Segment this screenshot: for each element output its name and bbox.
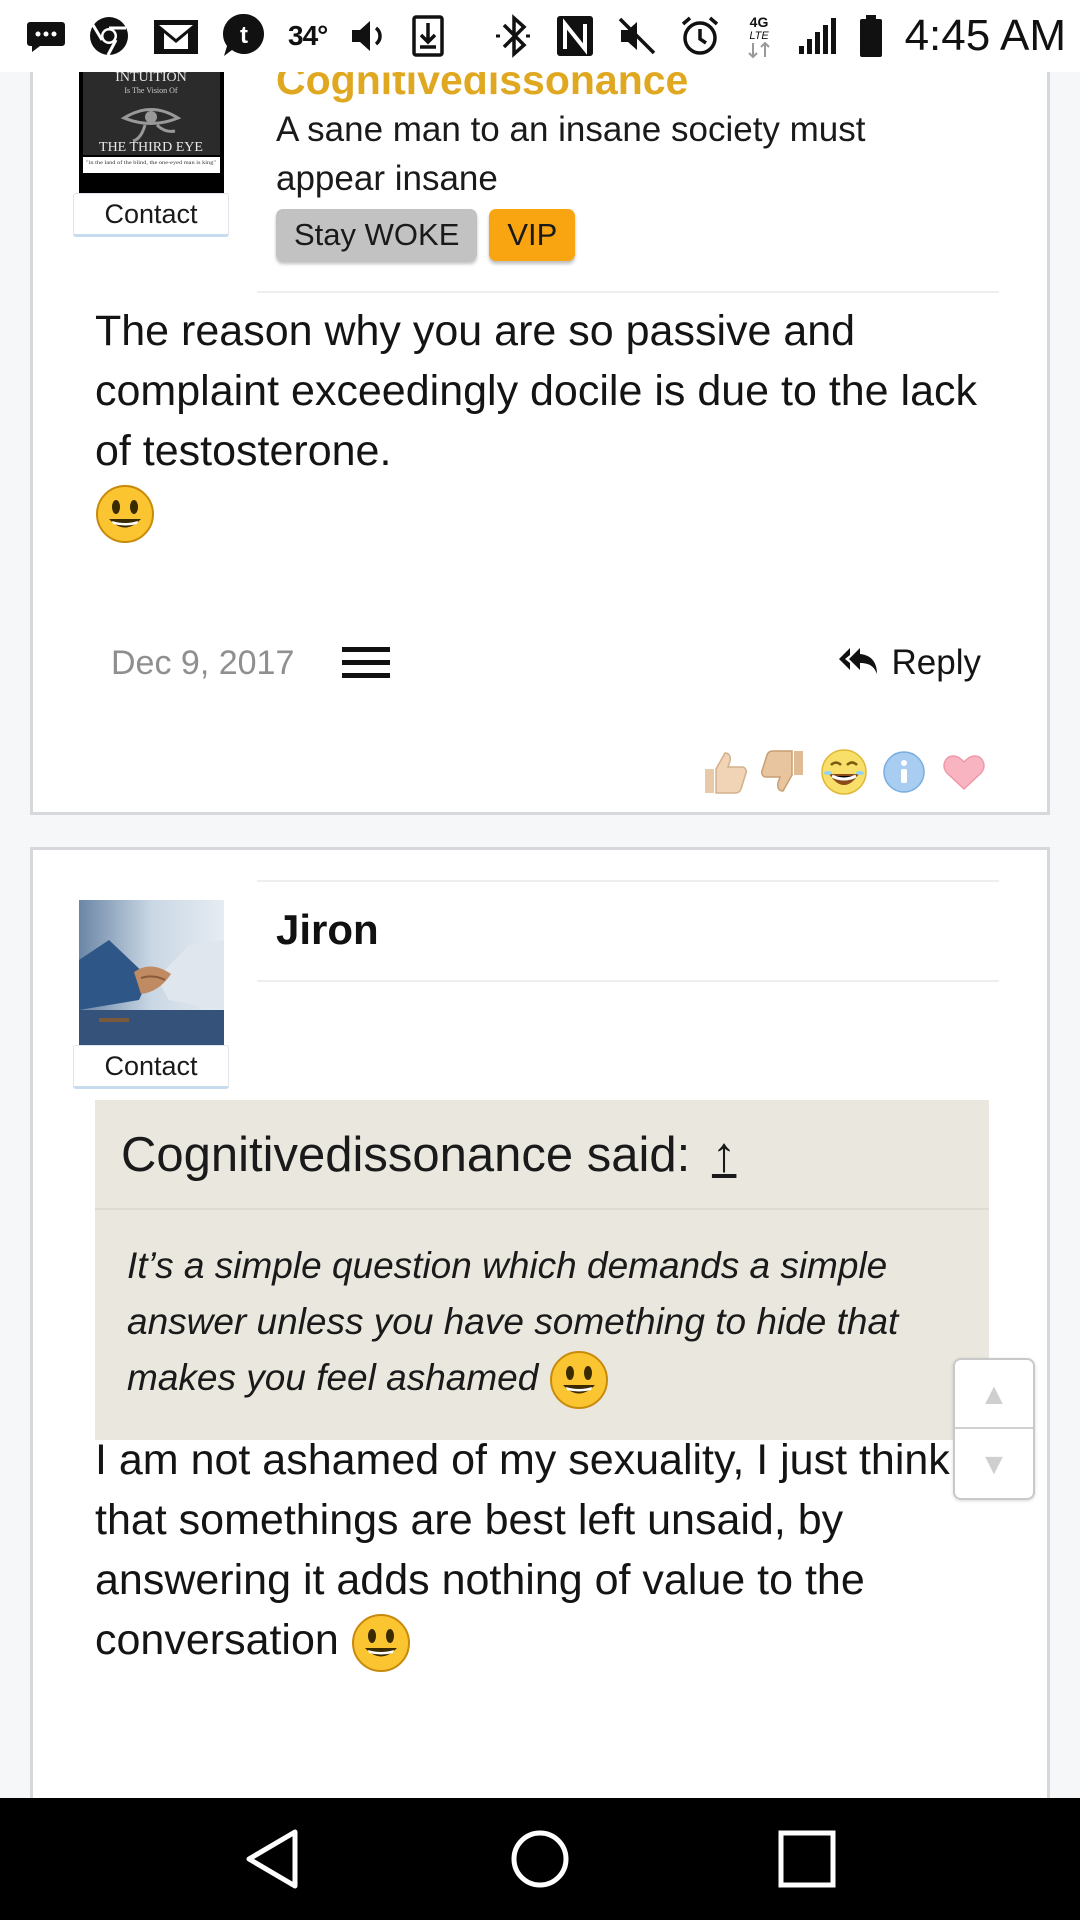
message-text: I am not ashamed of my sexuality, I just… (95, 1436, 950, 1664)
smiley-icon (549, 1351, 608, 1410)
navigation-bar (0, 1798, 1080, 1920)
badge-stay-woke: Stay WOKE (276, 209, 478, 261)
scroll-up-button[interactable]: ▲ (955, 1360, 1033, 1429)
bluetooth-icon (493, 13, 533, 59)
message-text: The reason why you are so passive and co… (95, 307, 978, 475)
gmail-icon (152, 13, 200, 59)
network-4g-lte-icon: 4G LTE (743, 13, 775, 59)
contact-button[interactable]: Contact (73, 1045, 229, 1089)
smiley-icon (351, 1613, 410, 1672)
badge-vip: VIP (489, 209, 576, 261)
scroll-down-button[interactable]: ▼ (955, 1430, 1033, 1499)
quote-text: It’s a simple question which demands a s… (127, 1245, 899, 1398)
username[interactable]: Cognitivedissonance (276, 72, 688, 104)
avatar-text-vision: Is The Vision Of (124, 86, 178, 95)
post-cognitivedissonance: INTUITION Is The Vision Of THE THIRD EYE… (30, 72, 1050, 815)
info-icon[interactable] (879, 747, 929, 797)
nfc-icon (555, 13, 595, 59)
header-divider-bottom (257, 980, 999, 982)
mute-icon (617, 13, 657, 59)
avatar-text-quote: "in the land of the blind, the one-eyed … (86, 161, 216, 166)
avatar-text-intuition: INTUITION (115, 72, 187, 85)
like-icon[interactable] (699, 747, 749, 797)
quote-header: Cognitivedissonance said: ↑ (95, 1100, 989, 1210)
reply-button[interactable]: Reply (838, 643, 981, 683)
svg-text:t: t (240, 22, 248, 49)
alarm-icon (679, 13, 721, 59)
avatar[interactable]: INTUITION Is The Vision Of THE THIRD EYE… (79, 72, 224, 193)
download-icon (411, 13, 445, 59)
love-icon[interactable] (939, 747, 989, 797)
username[interactable]: Jiron (276, 906, 379, 954)
thread-content[interactable]: INTUITION Is The Vision Of THE THIRD EYE… (0, 72, 1080, 1798)
user-info-block: Contact (73, 900, 229, 1089)
quote-jump-link[interactable]: ↑ (712, 1128, 737, 1182)
message-body: The reason why you are so passive and co… (95, 301, 995, 544)
quote-block: Cognitivedissonance said: ↑ It’s a simpl… (95, 1100, 989, 1441)
avatar[interactable] (79, 900, 224, 1045)
header-divider-top (257, 880, 999, 882)
battery-icon (859, 13, 883, 59)
smiley-icon (96, 484, 154, 543)
post-footer: Dec 9, 2017 Reply (111, 633, 981, 693)
svg-text:LTE: LTE (749, 30, 769, 42)
post-date[interactable]: Dec 9, 2017 (111, 644, 294, 683)
reaction-bar (699, 747, 989, 797)
quote-body: It’s a simple question which demands a s… (95, 1210, 989, 1440)
contact-button[interactable]: Contact (73, 193, 229, 237)
signal-icon (797, 13, 837, 59)
recent-apps-icon[interactable] (772, 1824, 842, 1894)
scroll-nav: ▲ ▼ (953, 1358, 1035, 1500)
messages-icon (26, 13, 66, 59)
post-jiron: Contact Jiron Cognitivedissonance said: … (30, 847, 1050, 1798)
user-title: A sane man to an insane society must app… (276, 110, 866, 198)
menu-icon[interactable] (342, 644, 391, 682)
chrome-icon (88, 13, 130, 59)
volume-icon (349, 13, 389, 59)
status-bar: t 34° 4G LTE 4:45 AM (0, 0, 1080, 72)
avatar-text-third-eye: THE THIRD EYE (99, 140, 203, 155)
reply-all-icon (838, 648, 877, 674)
clock-time: 4:45 AM (904, 11, 1066, 60)
dislike-icon[interactable] (759, 747, 809, 797)
header-divider (257, 291, 999, 293)
user-badges: Stay WOKE VIP (276, 209, 576, 261)
weather-temperature: 34° (288, 20, 328, 51)
laugh-icon[interactable] (819, 747, 869, 797)
tumblr-icon: t (222, 13, 266, 59)
message-body: I am not ashamed of my sexuality, I just… (95, 1430, 995, 1673)
home-icon[interactable] (505, 1824, 575, 1894)
reply-label: Reply (891, 643, 981, 682)
svg-text:4G: 4G (749, 14, 768, 30)
quote-author: Cognitivedissonance said: (121, 1128, 691, 1182)
back-icon[interactable] (238, 1824, 308, 1894)
user-info-block: INTUITION Is The Vision Of THE THIRD EYE… (73, 72, 229, 237)
